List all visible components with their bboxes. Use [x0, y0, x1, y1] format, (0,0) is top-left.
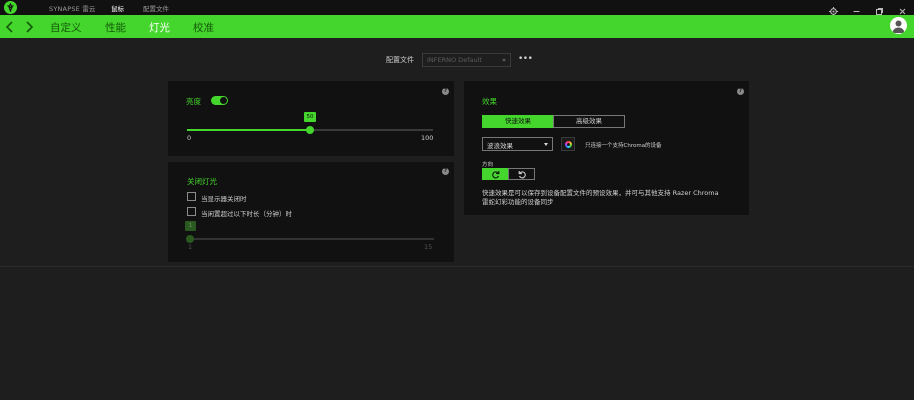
- help-icon[interactable]: ?: [442, 88, 449, 95]
- divider: [0, 266, 914, 267]
- help-icon[interactable]: ?: [737, 88, 744, 95]
- effect-select[interactable]: 波浪效果: [482, 137, 553, 151]
- avatar[interactable]: [890, 17, 907, 34]
- top-tab-profiles[interactable]: 配置文件: [143, 3, 169, 13]
- idle-slider-thumb[interactable]: [186, 235, 194, 243]
- chevron-right-icon[interactable]: [23, 19, 35, 33]
- more-dots-icon[interactable]: •••: [518, 54, 533, 64]
- advanced-effects-tab[interactable]: 高级效果: [553, 115, 625, 128]
- lights-off-title: 关闭灯光: [187, 177, 217, 186]
- direction-counterclockwise-button[interactable]: [508, 168, 535, 180]
- chroma-icon: [565, 141, 572, 148]
- tab-performance[interactable]: 性能: [105, 20, 126, 35]
- idle-label: 当闲置超过以下时长（分钟）时: [201, 210, 292, 218]
- brightness-slider-fill: [187, 129, 310, 131]
- profile-select[interactable]: INFERNO Default: [422, 53, 511, 67]
- maximize-icon[interactable]: [874, 2, 885, 15]
- direction-clockwise-button[interactable]: [482, 168, 509, 180]
- idle-checkbox[interactable]: [187, 207, 196, 216]
- idle-slider-track[interactable]: [189, 238, 434, 240]
- brightness-min-label: 0: [187, 134, 192, 142]
- lights-off-panel: ? 关闭灯光 当显示器关闭时 当闲置超过以下时长（分钟）时 1 1 15: [168, 162, 454, 262]
- chevron-left-icon[interactable]: [4, 19, 16, 33]
- minimize-icon[interactable]: [851, 2, 862, 13]
- quick-effects-tab[interactable]: 快速效果: [482, 115, 554, 128]
- toggle-knob: [220, 97, 227, 104]
- chevron-down-icon: [502, 59, 506, 62]
- tab-calibration[interactable]: 校准: [193, 20, 214, 35]
- gear-icon[interactable]: [828, 2, 839, 16]
- brightness-value-badge: 50: [304, 112, 316, 122]
- idle-min-label: 1: [188, 243, 193, 251]
- brightness-slider-thumb[interactable]: [306, 126, 314, 134]
- brightness-max-label: 100: [421, 134, 434, 142]
- tab-lighting[interactable]: 灯光: [149, 20, 170, 35]
- top-tab-mouse[interactable]: 鼠标: [111, 3, 124, 16]
- chroma-note: 只连接一个支持Chroma的设备: [585, 143, 662, 149]
- profile-label: 配置文件: [386, 56, 414, 64]
- idle-value-badge: 1: [185, 221, 196, 231]
- help-icon[interactable]: ?: [442, 168, 449, 175]
- brightness-toggle[interactable]: [211, 96, 228, 105]
- tab-customize[interactable]: 自定义: [50, 20, 82, 35]
- brightness-panel: ? 亮度 50 0 100: [168, 81, 454, 156]
- idle-option[interactable]: 当闲置超过以下时长（分钟）时: [187, 207, 387, 218]
- brightness-title: 亮度: [186, 97, 201, 106]
- razer-logo-icon: [4, 1, 17, 14]
- effect-title: 效果: [482, 97, 497, 106]
- nav-bar: 自定义 性能 灯光 校准: [0, 15, 914, 38]
- effect-description: 快速效果是可以保存到设备配置文件的预设效果，并可与其他支持 Razer Chro…: [482, 189, 719, 206]
- effect-select-value: 波浪效果: [487, 142, 513, 150]
- app-title: SYNAPSE 雷云: [49, 5, 96, 13]
- chevron-down-icon: [544, 143, 548, 146]
- display-off-checkbox[interactable]: [187, 192, 196, 201]
- profile-select-value: INFERNO Default: [427, 56, 482, 64]
- rotate-counterclockwise-icon: [518, 171, 526, 179]
- title-bar: SYNAPSE 雷云 鼠标 配置文件: [0, 0, 914, 16]
- close-icon[interactable]: [897, 2, 908, 15]
- chroma-button[interactable]: [561, 137, 575, 151]
- rotate-clockwise-icon: [491, 171, 499, 179]
- display-off-option[interactable]: 当显示器关闭时: [187, 192, 387, 203]
- display-off-label: 当显示器关闭时: [201, 195, 247, 203]
- idle-max-label: 15: [424, 243, 433, 251]
- effect-panel: ? 效果 快速效果 高级效果 波浪效果 只连接一个支持Chroma的设备 方向 …: [464, 81, 749, 215]
- direction-label: 方向: [482, 162, 494, 168]
